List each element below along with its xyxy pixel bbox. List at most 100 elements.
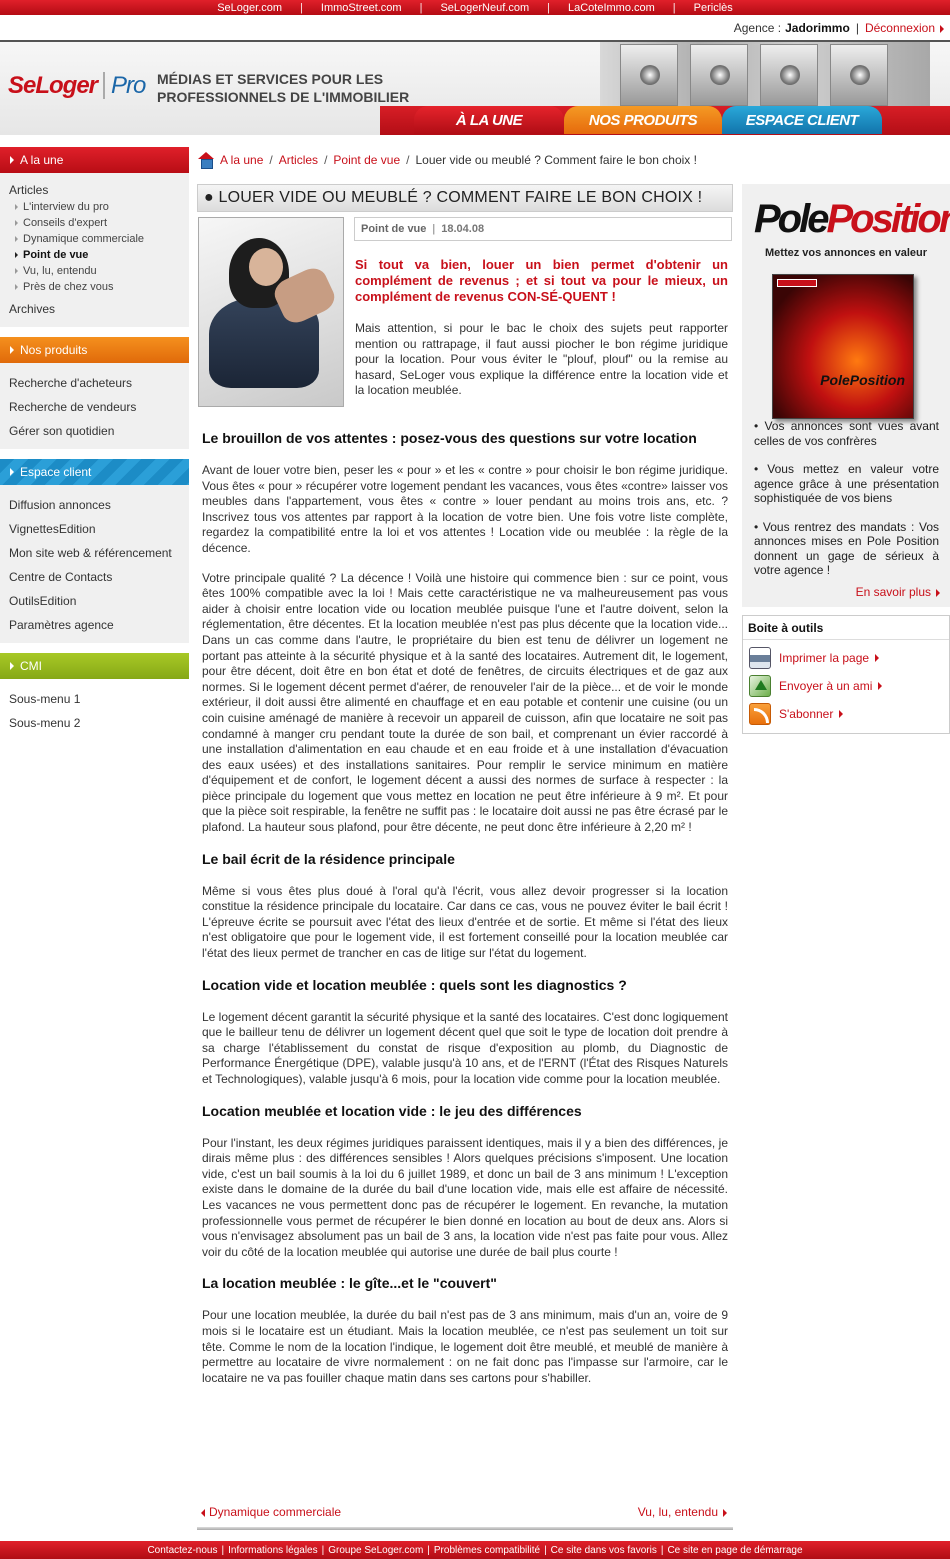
sidebar-item-centre-contacts[interactable]: Centre de Contacts (0, 565, 189, 589)
subscribe-link[interactable]: S'abonner (743, 700, 949, 728)
pole-position-promo: PolePosition Mettez vos annonces en vale… (742, 184, 950, 607)
logout-link[interactable]: Déconnexion (865, 21, 944, 35)
article-section: Le bail écrit de la résidence principale… (202, 850, 728, 962)
tab-espace-client[interactable]: Espace client (722, 106, 882, 134)
next-article-link[interactable]: Vu, lu, entendu (638, 1505, 727, 1519)
tagline-line-1: Médias et services pour les (157, 71, 384, 87)
arrow-left-icon (201, 1508, 205, 1517)
footer-link[interactable]: Ce site dans vos favoris (547, 1545, 661, 1556)
network-link[interactable]: ImmoStreet.com (303, 2, 420, 14)
breadcrumb: A la une / Articles / Point de vue / Louer … (197, 150, 697, 170)
sidebar-item-outils-edition[interactable]: OutilsEdition (0, 589, 189, 613)
footer-link[interactable]: Problèmes compatibilité (430, 1545, 544, 1556)
send-icon (749, 675, 771, 697)
pole-position-logo[interactable]: PolePosition (754, 196, 950, 242)
breadcrumb-link[interactable]: Point de vue (333, 153, 400, 167)
sidebar-item-sous-menu-1[interactable]: Sous-menu 1 (0, 687, 189, 711)
sidebar-item-recherche-vendeurs[interactable]: Recherche de vendeurs (0, 395, 189, 419)
product-box-image[interactable]: PolePosition (772, 274, 914, 419)
sidebar-item-archives[interactable]: Archives (0, 297, 189, 321)
sidebar-item-vignettes-edition[interactable]: VignettesEdition (0, 517, 189, 541)
logo-main: SeLoger (8, 72, 98, 99)
promo-benefit: • Vos annonces sont vues avant celles de… (754, 419, 939, 448)
seloger-pro-logo[interactable]: SeLoger Pro (8, 72, 146, 100)
section-paragraph: Votre principale qualité ? La décence ! … (202, 570, 728, 835)
agency-name: Jadorimmo (785, 21, 850, 35)
footer-link[interactable]: Contactez-nous (143, 1545, 221, 1556)
breadcrumb-link[interactable]: A la une (220, 153, 263, 167)
sidebar-heading-nos-produits[interactable]: Nos produits (0, 337, 189, 363)
tab-a-la-une[interactable]: À la une (414, 106, 564, 134)
network-link[interactable]: LaCoteImmo.com (550, 2, 673, 14)
sidebar-section-espace-client: Diffusion annonces VignettesEdition Mon … (0, 485, 189, 643)
sidebar-subitem-vu-lu-entendu[interactable]: Vu, lu, entendu (0, 263, 189, 279)
tab-nos-produits[interactable]: Nos produits (564, 106, 722, 134)
prev-article-link[interactable]: Dynamique commerciale (201, 1505, 341, 1519)
promo-subtitle: Mettez vos annonces en valeur (765, 247, 927, 259)
sidebar-section-cmi: Sous-menu 1 Sous-menu 2 (0, 679, 189, 741)
sidebar-subitem-conseils[interactable]: Conseils d'expert (0, 215, 189, 231)
article-body: Le brouillon de vos attentes : posez-vou… (202, 429, 728, 1400)
article: ● Louer vide ou meublé ? Comment faire l… (197, 184, 733, 1530)
network-bar: SeLoger.com | ImmoStreet.com | SeLogerNeuf… (0, 0, 950, 15)
tagline-line-2: professionnels de l'immobilier (157, 89, 410, 105)
article-intro: Si tout va bien, louer un bien permet d'… (355, 257, 728, 304)
logout-label: Déconnexion (864, 21, 935, 35)
breadcrumb-link[interactable]: Articles (279, 153, 318, 167)
sidebar-item-site-web[interactable]: Mon site web & référencement (0, 541, 189, 565)
divider: | (300, 1, 303, 14)
article-category: Point de vue (361, 223, 427, 235)
learn-more-link[interactable]: En savoir plus (856, 585, 940, 599)
promo-benefit: • Vous rentrez des mandats : Vos annonce… (754, 519, 939, 578)
learn-more-label: En savoir plus (855, 585, 931, 599)
pole-position-logo-1: Pole (754, 197, 830, 241)
footer-link[interactable]: Groupe SeLoger.com (324, 1545, 427, 1556)
sidebar-subitem-interview[interactable]: L'interview du pro (0, 199, 189, 215)
article-section: Location vide et location meublée : quel… (202, 976, 728, 1088)
article-section: Location meublée et location vide : le j… (202, 1102, 728, 1261)
network-link[interactable]: SeLoger.com (199, 2, 300, 14)
sidebar-item-diffusion-annonces[interactable]: Diffusion annonces (0, 493, 189, 517)
section-heading: Location vide et location meublée : quel… (202, 976, 627, 993)
speaker-image (690, 44, 748, 106)
sidebar-item-parametres-agence[interactable]: Paramètres agence (0, 613, 189, 637)
section-paragraph: Le logement décent garantit la sécurité … (202, 1009, 728, 1086)
send-to-friend-link[interactable]: Envoyer à un ami (743, 672, 949, 700)
sidebar-item-articles[interactable]: Articles (0, 181, 189, 199)
sidebar: A la une Articles L'interview du pro Con… (0, 147, 189, 751)
print-page-link[interactable]: Imprimer la page (743, 644, 949, 672)
arrow-right-icon (839, 710, 844, 718)
network-link[interactable]: SeLogerNeuf.com (422, 2, 547, 14)
article-date: 18.04.08 (441, 223, 485, 235)
arrow-right-icon (936, 588, 940, 597)
sidebar-item-gerer-quotidien[interactable]: Gérer son quotidien (0, 419, 189, 443)
section-heading: La location meublée : le gîte...et le "c… (202, 1275, 497, 1292)
article-navigation: Dynamique commerciale Vu, lu, entendu (197, 1501, 733, 1523)
divider: | (672, 1, 676, 14)
speaker-image (830, 44, 888, 106)
sidebar-item-sous-menu-2[interactable]: Sous-menu 2 (0, 711, 189, 735)
network-link[interactable]: Periclès (676, 2, 751, 14)
sidebar-heading-a-la-une[interactable]: A la une (0, 147, 189, 173)
toolbox-title: Boite à outils (743, 616, 949, 640)
subscribe-label: S'abonner (779, 707, 834, 721)
footer-link[interactable]: Ce site en page de démarrage (663, 1545, 806, 1556)
sidebar-subitem-pres-de-chez-vous[interactable]: Près de chez vous (0, 279, 189, 295)
sidebar-heading-espace-client[interactable]: Espace client (0, 459, 189, 485)
printer-icon (749, 647, 771, 669)
section-paragraph: Même si vous êtes plus doué à l'oral qu'… (202, 883, 728, 961)
promo-benefits: • Vos annonces sont vues avant celles de… (754, 419, 939, 592)
print-page-label: Imprimer la page (779, 651, 870, 665)
site-header: SeLoger Pro Médias et services pour les p… (0, 40, 950, 135)
sidebar-heading-cmi[interactable]: CMI (0, 653, 189, 679)
section-heading: Le brouillon de vos attentes : posez-vou… (202, 430, 697, 446)
sidebar-subitem-dynamique[interactable]: Dynamique commerciale (0, 231, 189, 247)
sidebar-section-nos-produits: Recherche d'acheteurs Recherche de vende… (0, 363, 189, 449)
divider: | (432, 223, 436, 235)
sidebar-item-recherche-acheteurs[interactable]: Recherche d'acheteurs (0, 371, 189, 395)
section-heading: Location meublée et location vide : le j… (202, 1102, 582, 1119)
toolbox: Boite à outils Imprimer la page Envoyer … (742, 615, 950, 734)
home-icon[interactable] (197, 152, 215, 169)
sidebar-subitem-point-de-vue[interactable]: Point de vue (0, 247, 189, 263)
footer-link[interactable]: Informations légales (224, 1545, 322, 1556)
